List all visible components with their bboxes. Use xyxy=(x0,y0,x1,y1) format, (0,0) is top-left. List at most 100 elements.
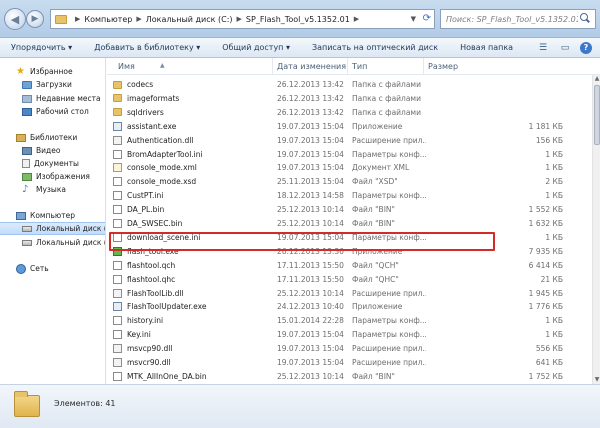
nav-disk-c[interactable]: Локальный диск (C xyxy=(0,222,106,235)
file-row[interactable]: FlashToolLib.dll 25.12.2013 10:14 Расширен… xyxy=(107,287,593,300)
breadcrumb-disk-c[interactable]: Локальный диск (C:) xyxy=(146,15,233,24)
file-row[interactable]: BromAdapterTool.ini 19.07.2013 15:04 Парам… xyxy=(107,148,593,161)
burn-button[interactable]: Записать на оптический диск xyxy=(301,38,449,58)
nav-libraries[interactable]: Библиотеки xyxy=(0,131,105,144)
column-type[interactable]: Тип xyxy=(347,58,423,75)
preview-pane-icon[interactable]: ▭ xyxy=(558,42,572,54)
file-size: 1 776 КБ xyxy=(528,302,563,312)
file-file-icon xyxy=(113,177,122,187)
nav-label: Локальный диск (C xyxy=(36,224,106,233)
chevron-right-icon: ▶ xyxy=(136,15,142,23)
file-size: 1 КБ xyxy=(545,316,563,326)
file-type: Папка с файлами xyxy=(352,93,421,103)
file-name-cell: flashtool.qch xyxy=(113,260,271,270)
vertical-scrollbar[interactable]: ▲ ▼ xyxy=(592,75,600,384)
pictures-icon xyxy=(22,172,32,181)
file-row[interactable]: sqldrivers 26.12.2013 13:42 Папка с файлам… xyxy=(107,106,593,119)
file-date: 25.12.2013 10:14 xyxy=(277,371,344,381)
forward-button[interactable]: ▶ xyxy=(26,10,44,28)
file-row[interactable]: DA_SWSEC.bin 25.12.2013 10:14 Файл "BIN" 1 … xyxy=(107,217,593,230)
file-date: 15.01.2014 22:28 xyxy=(277,316,344,326)
nav-video[interactable]: Видео xyxy=(0,144,105,157)
file-name: MTK_AllInOne_DA.bin xyxy=(127,371,207,381)
nav-documents[interactable]: Документы xyxy=(0,157,105,170)
video-icon xyxy=(22,146,32,155)
file-type: Файл "BIN" xyxy=(352,371,395,381)
nav-recent[interactable]: Недавние места xyxy=(0,92,105,105)
scroll-down-icon[interactable]: ▼ xyxy=(593,376,600,384)
back-button[interactable]: ◀ xyxy=(4,8,26,30)
file-row[interactable]: history.ini 15.01.2014 22:28 Параметры кон… xyxy=(107,314,593,327)
file-name-cell: MTK_AllInOne_DA.bin xyxy=(113,371,271,381)
nav-computer[interactable]: Компьютер xyxy=(0,209,105,222)
file-row[interactable]: console_mode.xsd 25.11.2013 15:04 Файл "XS… xyxy=(107,175,593,188)
file-row[interactable]: Key.ini 19.07.2013 15:04 Параметры конф...… xyxy=(107,328,593,341)
file-size: 1 632 КБ xyxy=(528,219,563,228)
file-type: Расширение прил... xyxy=(352,358,426,367)
file-name-cell: console_mode.xml xyxy=(113,163,271,173)
file-row[interactable]: DA_PL.bin 25.12.2013 10:14 Файл "BIN" 1 552… xyxy=(107,203,593,216)
file-row[interactable]: MTK_AllInOne_DA.bin 25.12.2013 10:14 Файл … xyxy=(107,370,593,383)
help-icon[interactable]: ? xyxy=(580,41,592,54)
column-size[interactable]: Размер xyxy=(423,58,503,75)
column-date[interactable]: Дата изменения xyxy=(272,58,347,75)
file-row[interactable]: msvcp90.dll 19.07.2013 15:04 Расширение пр… xyxy=(107,342,593,355)
nav-network[interactable]: Сеть xyxy=(0,262,105,275)
title-bar: ◀ ▶ ▶ Компьютер ▶ Локальный диск (C:) ▶ … xyxy=(0,0,600,38)
refresh-icon[interactable]: ⟳ xyxy=(423,13,431,24)
file-row[interactable]: FlashToolUpdater.exe 24.12.2013 10:40 Прил… xyxy=(107,300,593,313)
navigation-pane: ★ Избранное Загрузки Недавние места Рабоч… xyxy=(0,58,106,384)
file-name-cell: Key.ini xyxy=(113,330,271,340)
folder-icon xyxy=(14,391,40,417)
file-name: Key.ini xyxy=(127,330,151,340)
organize-button[interactable]: Упорядочить ▾ xyxy=(0,38,83,58)
file-size: 1 КБ xyxy=(545,232,563,242)
file-name: Authentication.dll xyxy=(127,135,194,145)
scrollbar-thumb[interactable] xyxy=(594,85,600,145)
file-name: flashtool.qch xyxy=(127,260,176,270)
chevron-right-icon: ▶ xyxy=(353,15,360,23)
file-name-cell: history.ini xyxy=(113,316,271,326)
share-button[interactable]: Общий доступ ▾ xyxy=(211,38,301,58)
nav-label: Библиотеки xyxy=(30,133,78,142)
scroll-up-icon[interactable]: ▲ xyxy=(593,75,600,83)
file-row[interactable]: assistant.exe 19.07.2013 15:04 Приложение 1… xyxy=(107,120,593,133)
nav-downloads[interactable]: Загрузки xyxy=(0,78,105,91)
file-type: Файл "BIN" xyxy=(352,219,395,228)
file-row[interactable]: msvcr90.dll 19.07.2013 15:04 Расширение пр… xyxy=(107,356,593,369)
file-row[interactable]: flashtool.qhc 17.11.2013 15:50 Файл "QHC" 2… xyxy=(107,273,593,286)
nav-music[interactable]: ♪ Музыка xyxy=(0,183,105,196)
file-date: 26.12.2013 13:42 xyxy=(277,80,344,89)
breadcrumb-computer[interactable]: Компьютер xyxy=(84,15,132,24)
file-file-icon xyxy=(113,205,122,215)
file-row[interactable]: codecs 26.12.2013 13:42 Папка с файлами xyxy=(107,78,593,91)
file-name: DA_SWSEC.bin xyxy=(127,219,183,228)
nav-disk-d[interactable]: Локальный диск (D xyxy=(0,236,105,249)
file-size: 1 181 КБ xyxy=(528,121,563,131)
breadcrumb-folder[interactable]: SP_Flash_Tool_v5.1352.01 xyxy=(246,15,350,24)
nav-images[interactable]: Изображения xyxy=(0,170,105,183)
chevron-down-icon[interactable]: ▼ xyxy=(411,15,416,23)
search-box[interactable]: Поиск: SP_Flash_Tool_v5.1352.01 xyxy=(440,9,596,29)
nav-label: Недавние места xyxy=(36,94,101,103)
file-date: 19.07.2013 15:04 xyxy=(277,121,344,131)
search-input[interactable]: Поиск: SP_Flash_Tool_v5.1352.01 xyxy=(446,15,578,24)
dll-file-icon xyxy=(113,288,122,298)
new-folder-button[interactable]: Новая папка xyxy=(449,38,524,58)
nav-label: Изображения xyxy=(36,172,90,181)
nav-desktop[interactable]: Рабочий стол xyxy=(0,105,105,118)
view-options-icon[interactable]: ☰ xyxy=(536,42,550,54)
file-row[interactable]: imageformats 26.12.2013 13:42 Папка с файл… xyxy=(107,92,593,105)
nav-favorites[interactable]: ★ Избранное xyxy=(0,65,105,78)
file-row[interactable]: Authentication.dll 19.07.2013 15:04 Расшир… xyxy=(107,134,593,147)
file-row[interactable]: flashtool.qch 17.11.2013 15:50 Файл "QCH" 6… xyxy=(107,259,593,272)
nav-label: Сеть xyxy=(30,264,49,273)
file-file-icon xyxy=(113,260,122,270)
file-row[interactable]: CustPT.ini 18.12.2013 14:58 Параметры конф… xyxy=(107,189,593,202)
add-to-library-button[interactable]: Добавить в библиотеку ▾ xyxy=(83,38,211,58)
search-icon[interactable] xyxy=(578,12,592,26)
folder-icon xyxy=(55,14,67,24)
column-name[interactable]: ▲ Имя xyxy=(107,58,272,75)
address-bar[interactable]: ▶ Компьютер ▶ Локальный диск (C:) ▶ SP_F… xyxy=(50,9,435,29)
file-row[interactable]: console_mode.xml 19.07.2013 15:04 Документ… xyxy=(107,161,593,174)
